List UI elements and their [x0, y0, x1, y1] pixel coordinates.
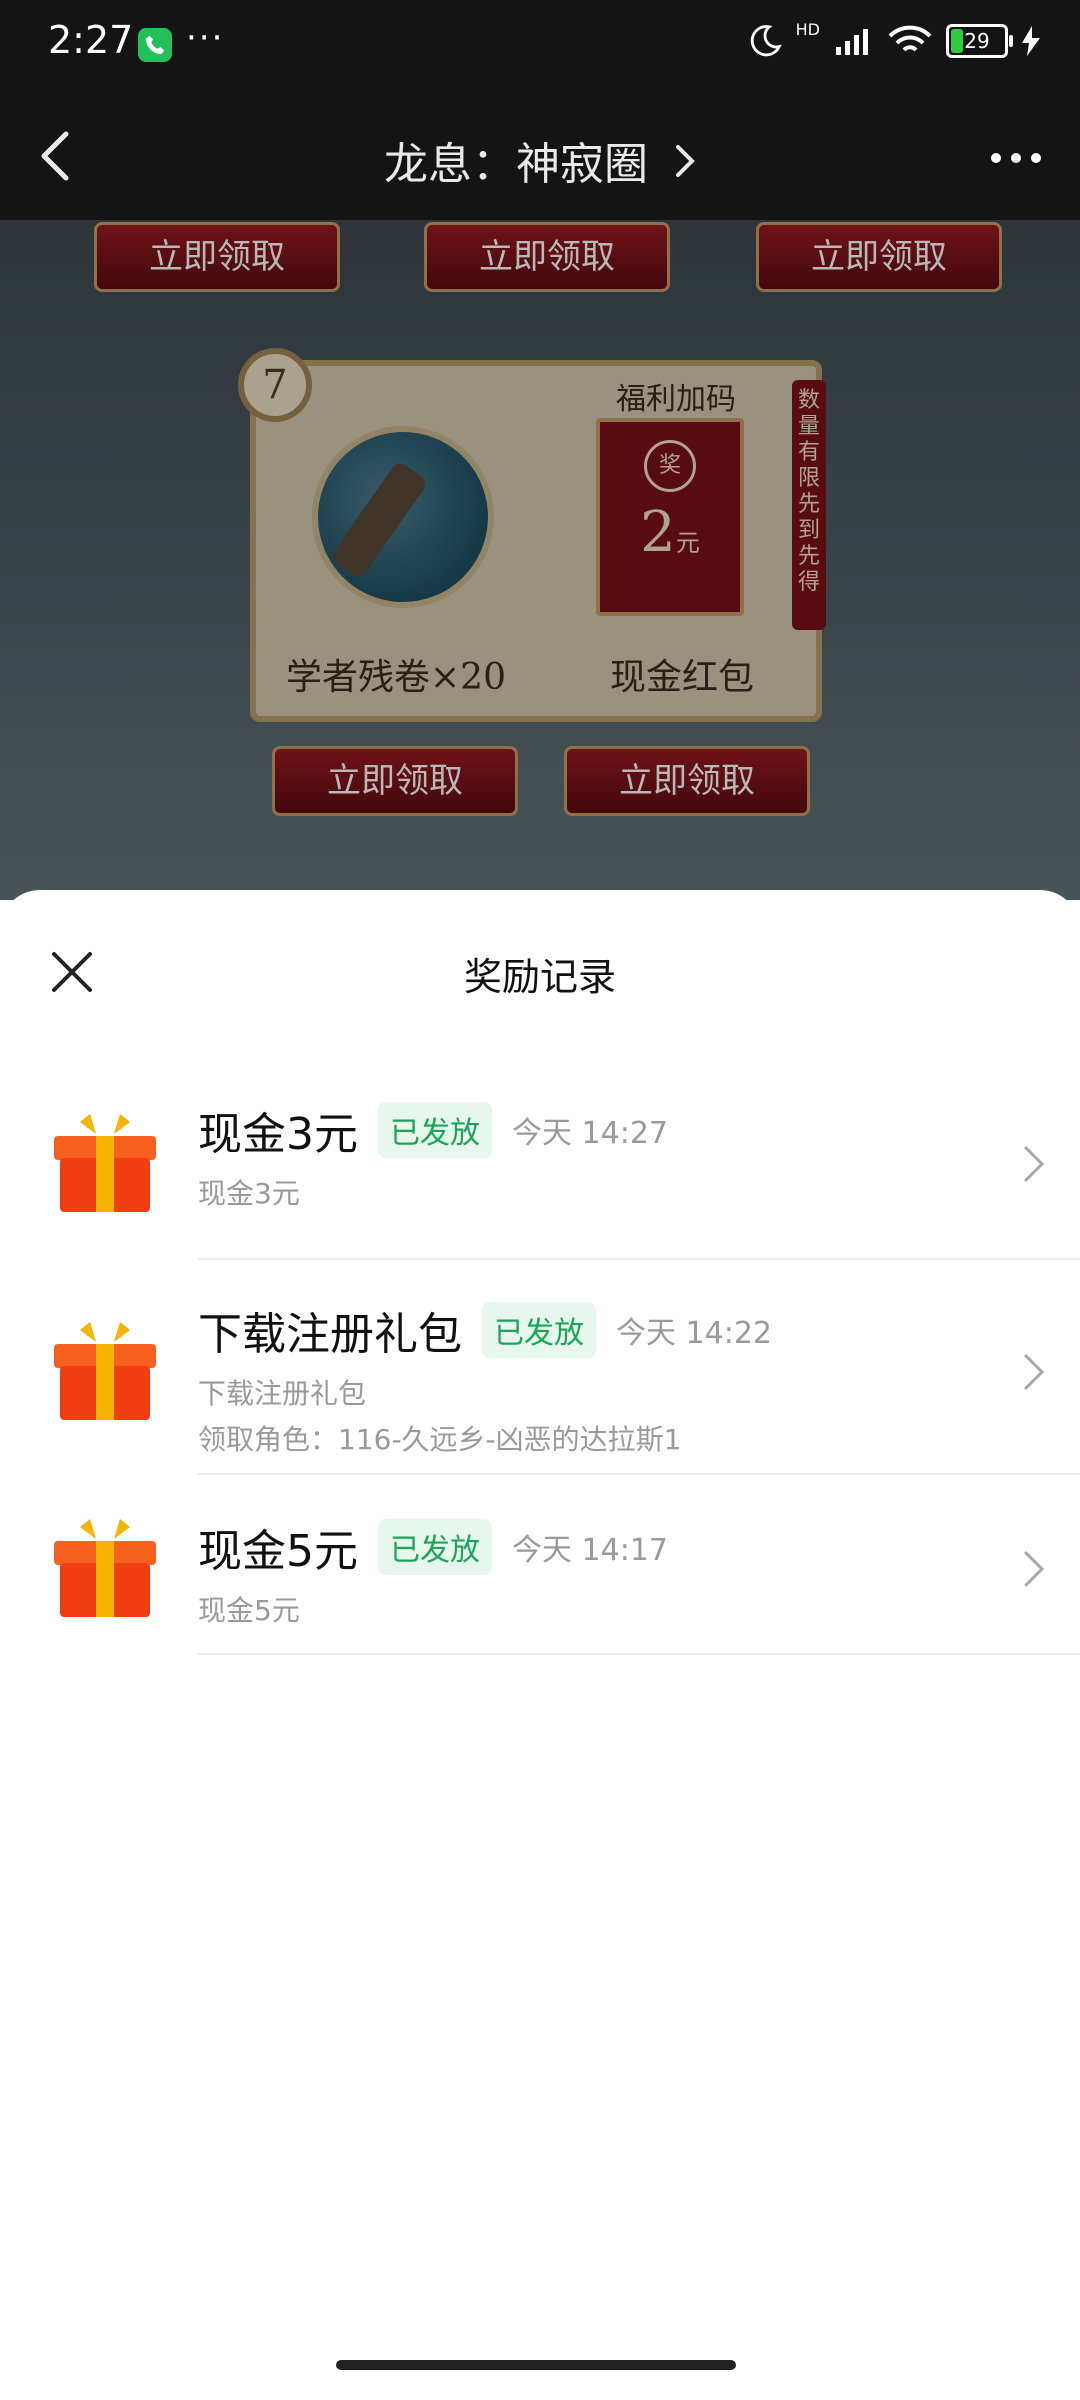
- status-badge: 已发放: [378, 1102, 492, 1158]
- battery-level: 29: [964, 29, 990, 53]
- record-title: 现金3元: [198, 1109, 358, 1160]
- charging-icon: [1022, 26, 1040, 56]
- status-indicators: HD 29: [748, 20, 1040, 58]
- chevron-right-icon: [1024, 1146, 1045, 1182]
- signal-icon: [836, 29, 868, 55]
- record-time: 今天 14:27: [512, 1116, 668, 1151]
- record-desc: 现金5元: [198, 1594, 300, 1627]
- game-banner: 立即领取 立即领取 立即领取 7 学者残卷×20 福利加码 奖 2元 现金红包 …: [0, 220, 1080, 900]
- reward-record-item[interactable]: 现金3元 已发放 今天 14:27 现金3元: [0, 1060, 1080, 1260]
- home-indicator[interactable]: [336, 2360, 736, 2370]
- status-more-dots: ···: [186, 18, 225, 58]
- reward-record-item[interactable]: 下载注册礼包 已发放 今天 14:22 下载注册礼包 领取角色：116-久远乡-…: [0, 1260, 1080, 1475]
- chevron-right-icon: [676, 145, 695, 177]
- chevron-right-icon: [1024, 1354, 1045, 1390]
- moon-icon: [750, 25, 782, 57]
- status-badge: 已发放: [482, 1302, 596, 1358]
- status-badge: 已发放: [378, 1519, 492, 1575]
- record-role: 领取角色：116-久远乡-凶恶的达拉斯1: [198, 1423, 682, 1456]
- nav-title-text: 龙息：神寂圈: [384, 139, 648, 190]
- battery-icon: 29: [946, 24, 1013, 58]
- reward-records-sheet: 奖励记录 现金3元 已发放 今天 14:27 现金3元 下载注册礼包 已发放 今…: [0, 890, 1080, 2400]
- network-label: HD: [795, 19, 820, 39]
- reward-record-item[interactable]: 现金5元 已发放 今天 14:17 现金5元: [0, 1475, 1080, 1655]
- record-time: 今天 14:22: [616, 1316, 772, 1351]
- gift-icon: [54, 1519, 156, 1617]
- more-icon[interactable]: [986, 148, 1046, 168]
- record-desc: 现金3元: [198, 1177, 300, 1210]
- record-desc: 下载注册礼包: [198, 1377, 367, 1410]
- gift-icon: [54, 1322, 156, 1420]
- nav-title[interactable]: 龙息：神寂圈: [0, 128, 1080, 192]
- divider: [198, 1653, 1080, 1655]
- record-time: 今天 14:17: [512, 1533, 668, 1568]
- reward-records-list: 现金3元 已发放 今天 14:27 现金3元 下载注册礼包 已发放 今天 14:…: [0, 1060, 1080, 1655]
- record-title: 现金5元: [198, 1526, 358, 1577]
- chevron-right-icon: [1024, 1551, 1045, 1587]
- sheet-title: 奖励记录: [463, 955, 616, 999]
- wifi-icon: [888, 25, 932, 52]
- status-time: 2:27: [48, 18, 134, 62]
- gift-icon: [54, 1114, 156, 1212]
- status-bar: 2:27 ··· HD 29: [0, 0, 1080, 90]
- record-title: 下载注册礼包: [198, 1309, 462, 1360]
- phone-icon: [138, 28, 172, 62]
- nav-bar: 龙息：神寂圈: [0, 90, 1080, 220]
